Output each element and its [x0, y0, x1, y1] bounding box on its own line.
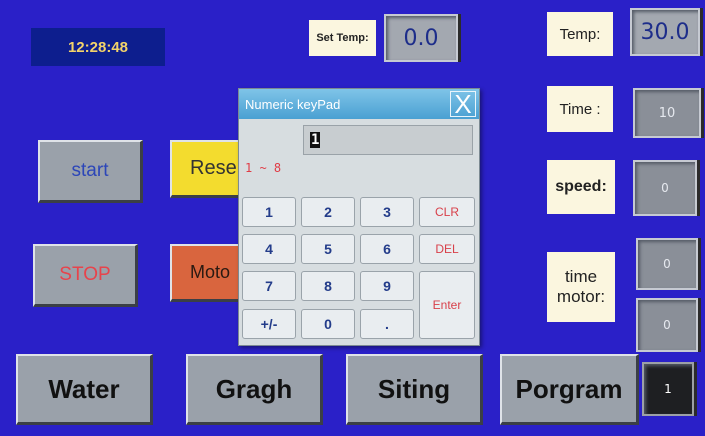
time-field[interactable]: 10 [633, 88, 701, 138]
key-clr[interactable]: CLR [419, 197, 475, 227]
key-enter[interactable]: Enter [419, 271, 475, 339]
key-plus-minus[interactable]: +/- [242, 309, 296, 339]
key-4[interactable]: 4 [242, 234, 296, 264]
close-icon[interactable]: X [450, 91, 476, 117]
key-3[interactable]: 3 [360, 197, 414, 227]
numeric-keypad-dialog: Numeric keyPad X 1 1 ~ 8 1 2 3 CLR 4 5 6… [238, 88, 480, 346]
key-decimal[interactable]: . [360, 309, 414, 339]
time-motor-field-2[interactable]: 0 [636, 298, 698, 352]
stop-button[interactable]: STOP [33, 244, 138, 307]
tab-siting[interactable]: Siting [346, 354, 483, 425]
temp-value: 30.0 [630, 8, 700, 56]
program-number-field[interactable]: 1 [642, 362, 694, 416]
key-1[interactable]: 1 [242, 197, 296, 227]
keypad-display-value: 1 [310, 132, 321, 148]
tab-gragh[interactable]: Gragh [186, 354, 323, 425]
speed-field[interactable]: 0 [633, 160, 697, 216]
time-motor-field-1[interactable]: 0 [636, 238, 698, 290]
tab-porgram[interactable]: Porgram [500, 354, 639, 425]
time-motor-label-line2: motor: [556, 287, 606, 306]
clock-display: 12:28:48 [31, 28, 165, 66]
hmi-screen: 12:28:48 Set Temp: 0.0 Temp: 30.0 Time :… [0, 0, 705, 436]
set-temp-field[interactable]: 0.0 [384, 14, 458, 62]
time-label: Time : [547, 86, 613, 132]
tab-water[interactable]: Water [16, 354, 153, 425]
keypad-range-hint: 1 ~ 8 [245, 161, 282, 175]
set-temp-label: Set Temp: [309, 20, 376, 56]
keypad-display: 1 [303, 125, 473, 155]
key-2[interactable]: 2 [301, 197, 355, 227]
time-motor-label: time motor: [547, 252, 615, 322]
time-motor-label-line1: time [564, 267, 598, 286]
start-button[interactable]: start [38, 140, 143, 203]
speed-label: speed: [547, 160, 615, 214]
key-7[interactable]: 7 [242, 271, 296, 301]
key-8[interactable]: 8 [301, 271, 355, 301]
key-5[interactable]: 5 [301, 234, 355, 264]
key-0[interactable]: 0 [301, 309, 355, 339]
key-9[interactable]: 9 [360, 271, 414, 301]
key-del[interactable]: DEL [419, 234, 475, 264]
key-6[interactable]: 6 [360, 234, 414, 264]
keypad-title: Numeric keyPad [239, 89, 479, 119]
temp-label: Temp: [547, 12, 613, 56]
